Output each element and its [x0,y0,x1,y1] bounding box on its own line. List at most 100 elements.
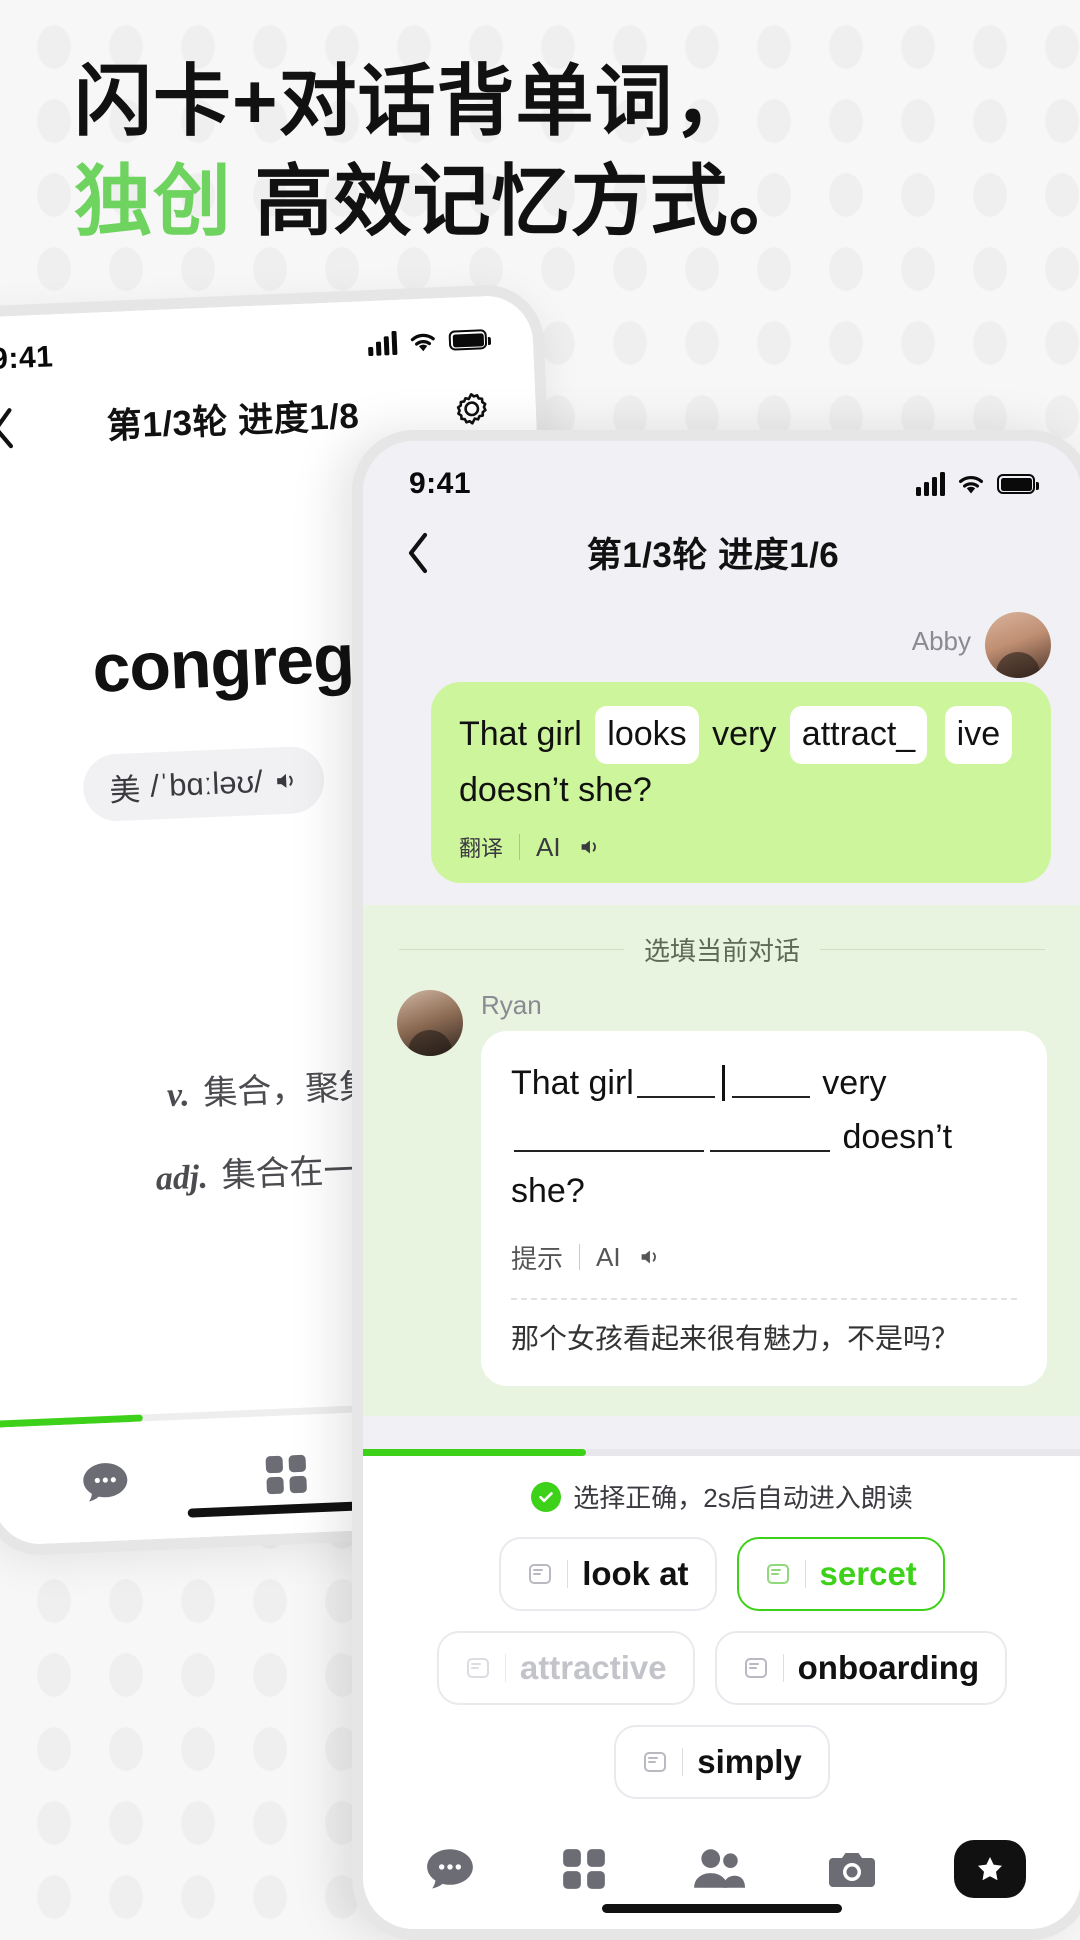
battery-icon [448,329,488,351]
feedback-text: 选择正确，2s后自动进入朗读 [573,1483,913,1513]
option-label: onboarding [797,1649,980,1686]
section-label: 选填当前对话 [644,936,801,967]
answer-options-panel: 选择正确，2s后自动进入朗读 look at sercet attractive [363,1456,1080,1809]
page-title: 第1/3轮 进度1/8 [106,396,361,447]
card-icon [743,1655,769,1681]
option-button-correct[interactable]: sercet [736,1537,945,1611]
speaker-icon[interactable] [577,835,601,859]
phone-mockup-dialogue: 9:41 第1/3轮 进度1/6 Abby That girl looks ve… [352,430,1080,1940]
divider [519,834,521,861]
headline-line-2: 独创 高效记忆方式。 [74,152,1024,252]
progress-bar [363,1449,1080,1456]
divider [504,1654,506,1682]
ai-label[interactable]: AI [596,1242,621,1273]
section-header: 选填当前对话 [363,931,1080,990]
tab-chat[interactable] [418,1840,482,1898]
option-button[interactable]: onboarding [714,1631,1008,1705]
wifi-icon [407,329,438,354]
status-time: 9:41 [409,467,472,500]
back-button[interactable] [0,405,17,450]
divider [567,1560,569,1588]
gear-icon[interactable] [449,385,495,431]
status-bar: 9:41 [363,441,1080,505]
tab-camera[interactable] [820,1840,884,1898]
blank-slot[interactable] [636,1068,715,1099]
fill-in-section: 选填当前对话 Ryan That girl very doesn’t she? [363,905,1080,1416]
nav-bar: 第1/3轮 进度1/6 [363,505,1080,606]
sender-name: Abby [911,625,971,656]
option-button-used[interactable]: attractive [436,1631,695,1705]
translate-label[interactable]: 翻译 [459,831,503,863]
chat-scroll-area: Abby That girl looks very attract_ ive d… [363,606,1080,906]
avatar[interactable] [985,612,1051,678]
phonetic-text: /ˈbɑːləʊ/ [149,763,264,804]
headline-accent-word: 独创 [74,156,233,245]
home-indicator [602,1904,842,1913]
tab-cards[interactable] [254,1445,318,1504]
ai-label[interactable]: AI [536,832,561,863]
definition-meaning: 集合，聚集 [202,1068,375,1113]
card-icon [642,1749,668,1775]
option-label: simply [697,1743,802,1780]
battery-icon [997,474,1039,494]
feedback-row: 选择正确，2s后自动进入朗读 [389,1478,1055,1515]
answer-input-card[interactable]: That girl very doesn’t she? 提示 AI 那个女孩看起… [481,1031,1047,1386]
headline-line-1: 闪卡+对话背单词， [74,57,753,145]
back-button[interactable] [405,531,431,575]
blank-slot[interactable] [731,1068,810,1099]
sentence-part-text: That girl [459,715,582,753]
check-circle-icon [531,1481,562,1512]
sentence-mid: very [822,1064,887,1103]
option-label: sercet [819,1555,917,1592]
tab-people[interactable] [686,1840,750,1898]
card-icon [465,1655,491,1681]
bubble-footer: 翻译 AI [459,831,1023,863]
headline-line-2-rest: 高效记忆方式。 [232,156,808,245]
divider [804,1560,806,1588]
signal-bars-icon [916,472,945,496]
divider [399,949,624,951]
divider [782,1654,784,1682]
sent-message: Abby That girl looks very attract_ ive d… [363,612,1080,884]
chat-empty-space [363,1415,1080,1449]
option-label: look at [582,1555,689,1592]
divider [820,949,1046,951]
sentence-part-text: very [712,715,777,753]
sentence-filled: That girl looks very attract_ ive doesn’… [459,706,1023,817]
word-chip[interactable]: attract_ [789,706,928,764]
option-button[interactable]: look at [499,1537,717,1611]
phonetic-region-label: 美 [108,772,142,809]
sentence-part-text: doesn’t she? [459,770,652,809]
card-footer: 提示 AI [511,1239,1017,1276]
hint-label[interactable]: 提示 [511,1239,563,1276]
speaker-icon[interactable] [637,1245,661,1269]
text-caret [721,1065,725,1102]
word-chip[interactable]: ive [944,706,1013,764]
blank-slot[interactable] [514,1122,704,1153]
definition-pos: adj. [155,1158,209,1198]
tab-cards[interactable] [552,1840,616,1898]
page-headline: 闪卡+对话背单词， 独创 高效记忆方式。 [74,52,1024,252]
card-icon [527,1561,553,1587]
speaker-icon[interactable] [272,767,299,794]
wifi-icon [956,472,986,496]
tab-star-active[interactable] [954,1840,1026,1898]
signal-bars-icon [367,330,398,357]
translation-text: 那个女孩看起来很有魅力，不是吗？ [511,1322,960,1354]
sender-name: Ryan [481,990,542,1021]
blank-slot[interactable] [710,1122,830,1153]
status-time: 9:41 [0,340,54,376]
definition-pos: v. [166,1076,191,1115]
sentence-prefix: That girl [511,1064,634,1103]
message-bubble-sent[interactable]: That girl looks very attract_ ive doesn’… [431,682,1051,884]
tab-chat[interactable] [73,1453,137,1512]
divider [579,1244,581,1271]
option-button[interactable]: simply [614,1725,830,1799]
word-chip[interactable]: looks [595,706,699,764]
divider [682,1748,684,1776]
answer-message: Ryan That girl very doesn’t she? 提示 AI 那… [363,990,1080,1386]
divider [511,1297,1017,1300]
word-option-row: look at sercet attractive onboarding sim… [389,1537,1055,1799]
phonetic-pill[interactable]: 美 /ˈbɑːləʊ/ [81,745,326,823]
avatar[interactable] [397,990,463,1057]
